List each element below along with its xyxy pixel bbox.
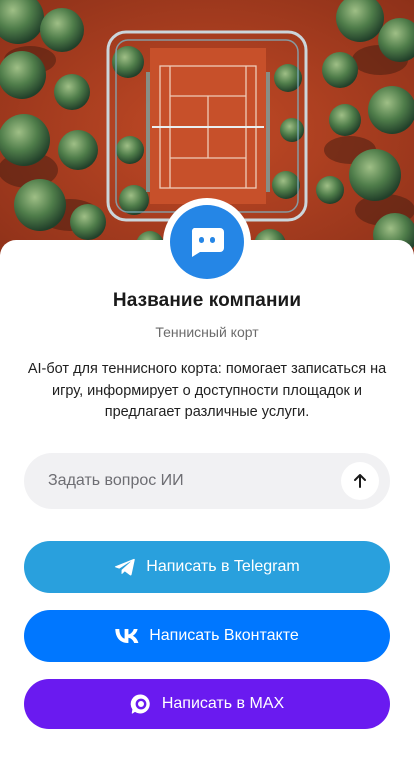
ask-ai-input[interactable] xyxy=(48,472,328,490)
send-button[interactable] xyxy=(341,462,379,500)
avatar xyxy=(163,198,251,286)
chat-bot-icon xyxy=(191,228,224,257)
vk-icon xyxy=(115,629,139,643)
vk-button-label: Написать Вконтакте xyxy=(149,627,299,644)
max-button[interactable]: Написать в MAX xyxy=(24,679,390,729)
company-type: Теннисный корт xyxy=(155,324,259,340)
avatar-circle xyxy=(170,205,244,279)
telegram-button-label: Написать в Telegram xyxy=(146,558,300,575)
vk-button[interactable]: Написать Вконтакте xyxy=(24,610,390,662)
telegram-button[interactable]: Написать в Telegram xyxy=(24,541,390,593)
max-icon xyxy=(130,693,152,715)
company-description: AI-бот для теннисного корта: помогает за… xyxy=(27,361,387,420)
max-button-label: Написать в MAX xyxy=(161,695,285,712)
ask-ai-box xyxy=(24,453,390,509)
company-name: Название компании xyxy=(112,290,302,311)
telegram-icon xyxy=(114,557,136,577)
arrow-up-icon xyxy=(354,474,366,488)
